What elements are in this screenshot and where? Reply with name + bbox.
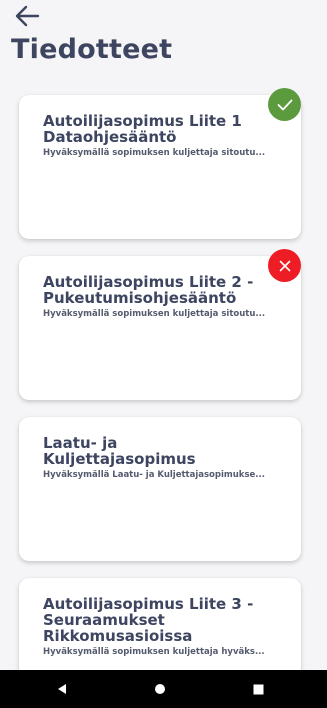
- rejected-badge: [268, 249, 301, 282]
- check-icon: [277, 99, 292, 110]
- arrow-left-icon: [15, 5, 40, 27]
- square-recents-icon: [253, 684, 263, 694]
- notice-card-4[interactable]: Autoilijasopimus Liite 3 - Seuraamukset …: [19, 578, 301, 670]
- back-button[interactable]: [12, 3, 42, 29]
- notice-title: Laatu- ja Kuljettajasopimus: [43, 434, 196, 468]
- notice-card-1[interactable]: Autoilijasopimus Liite 1 Dataohjesääntö …: [19, 88, 301, 239]
- system-navigation-bar: [0, 670, 327, 708]
- notice-description: Hyväksymällä sopimuksen kuljettaja hyväk…: [43, 647, 265, 657]
- system-back-button[interactable]: [42, 670, 82, 708]
- notice-description: Hyväksymällä sopimuksen kuljettaja sitou…: [43, 148, 266, 158]
- triangle-back-icon: [58, 684, 66, 694]
- notice-card-3[interactable]: Laatu- ja Kuljettajasopimus Hyväksymällä…: [19, 417, 301, 561]
- system-recents-button[interactable]: [238, 670, 278, 708]
- close-icon: [279, 260, 290, 271]
- page-title: Tiedotteet: [11, 34, 173, 65]
- notice-title: Autoilijasopimus Liite 1 Dataohjesääntö: [43, 112, 242, 146]
- notice-description: Hyväksymällä sopimuksen kuljettaja sitou…: [43, 309, 266, 319]
- system-home-button[interactable]: [140, 670, 180, 708]
- notice-title: Autoilijasopimus Liite 3 - Seuraamukset …: [43, 595, 254, 645]
- circle-home-icon: [155, 684, 165, 694]
- notice-title: Autoilijasopimus Liite 2 - Pukeutumisohj…: [43, 273, 254, 307]
- approved-badge: [268, 88, 301, 121]
- notices-screen: Tiedotteet Autoilijasopimus Liite 1 Data…: [0, 0, 327, 670]
- notice-description: Hyväksymällä Laatu- ja Kuljettajasopimuk…: [43, 470, 265, 480]
- notice-card-2[interactable]: Autoilijasopimus Liite 2 - Pukeutumisohj…: [19, 249, 301, 400]
